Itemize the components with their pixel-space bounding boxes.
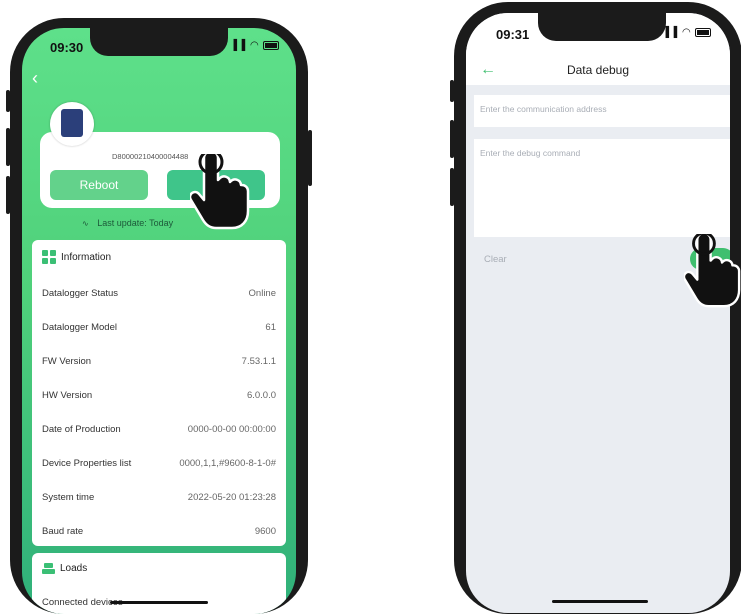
data-debug-screen: 09:31 ▐▐ ◠ ← Data debug Enter the commun… (466, 13, 730, 613)
power-button (308, 130, 312, 186)
last-update: ∿ Last update: Today (82, 218, 173, 228)
volume-down-button (450, 168, 454, 206)
address-placeholder: Enter the communication address (480, 104, 607, 114)
last-update-text: Last update: Today (97, 218, 174, 228)
grid-icon (42, 250, 56, 264)
side-button (6, 90, 10, 112)
info-row-label: FW Version (42, 356, 92, 367)
info-row-label: Datalogger Model (42, 322, 117, 333)
device-serial: D80000210400004488 (112, 152, 189, 161)
info-row-value: 2022-05-20 01:23:28 (187, 492, 276, 503)
information-title-text: Information (61, 251, 112, 263)
hand-pointer-icon (190, 154, 250, 230)
page-title: Data debug (566, 63, 630, 77)
phone-frame-datalogger: 09:30 ▐▐ ◠ ‹ D80000210400004488 Reboot ∿… (6, 18, 312, 614)
wifi-icon: ◠ (681, 27, 692, 38)
info-row-label: HW Version (42, 390, 93, 401)
info-row: Baud rate 9600 (42, 526, 276, 540)
loads-panel: Loads Connected devices (32, 553, 286, 614)
home-indicator (552, 600, 648, 603)
info-row-label: Datalogger Status (42, 288, 119, 299)
datalogger-screen: 09:30 ▐▐ ◠ ‹ D80000210400004488 Reboot ∿… (22, 28, 296, 614)
signal-icon: ▐▐ (662, 27, 679, 38)
info-row-value: 9600 (254, 526, 276, 537)
debug-command-input[interactable]: Enter the debug command (474, 139, 730, 237)
notch (538, 13, 666, 41)
signal-icon: ▐▐ (230, 40, 247, 51)
status-time: 09:30 (50, 40, 84, 55)
info-row-value: 0000-00-00 00:00:00 (187, 424, 276, 435)
info-row-label: Baud rate (42, 526, 84, 537)
info-row-value: 6.0.0.0 (246, 390, 276, 401)
command-placeholder: Enter the debug command (480, 148, 581, 158)
home-indicator (110, 601, 208, 604)
volume-up-button (6, 128, 10, 166)
status-icons: ▐▐ ◠ (230, 40, 280, 51)
loads-title: Loads (42, 563, 87, 574)
clear-button[interactable]: Clear (484, 254, 507, 265)
info-row-value: 7.53.1.1 (241, 356, 276, 367)
info-row: Date of Production 0000-00-00 00:00:00 (42, 424, 276, 438)
datalogger-avatar (50, 102, 94, 146)
reboot-button[interactable]: Reboot (50, 170, 148, 200)
volume-up-button (450, 120, 454, 158)
info-row: System time 2022-05-20 01:23:28 (42, 492, 276, 506)
information-panel: Information Datalogger Status Online Datal… (32, 240, 286, 546)
battery-icon (695, 27, 712, 37)
communication-address-input[interactable]: Enter the communication address (474, 95, 730, 127)
info-row: Datalogger Status Online (42, 288, 276, 302)
info-row-value: Online (248, 288, 276, 299)
info-row-label: System time (42, 492, 95, 503)
loads-icon (42, 563, 55, 574)
side-button (450, 80, 454, 102)
info-row: FW Version 7.53.1.1 (42, 356, 276, 370)
wifi-icon: ◠ (249, 40, 260, 51)
hand-pointer-icon (684, 234, 741, 308)
info-row: Device Properties list 0000,1,1,#9600-8-1… (42, 458, 276, 472)
info-row-label: Date of Production (42, 424, 121, 435)
loads-title-text: Loads (60, 563, 88, 574)
volume-down-button (6, 176, 10, 214)
back-chevron-icon[interactable]: ‹ (32, 68, 38, 89)
info-row: HW Version 6.0.0.0 (42, 390, 276, 404)
status-time: 09:31 (496, 27, 530, 42)
signal-wave-icon: ∿ (82, 219, 89, 228)
info-row: Datalogger Model 61 (42, 322, 276, 336)
datalogger-device-icon (61, 109, 83, 137)
status-icons: ▐▐ ◠ (662, 27, 712, 38)
notch (90, 28, 228, 56)
info-row-value: 61 (265, 322, 276, 333)
info-row-label: Device Properties list (42, 458, 132, 469)
info-row-value: 0000,1,1,#9600-8-1-0# (179, 458, 276, 469)
battery-icon (263, 40, 280, 50)
information-title: Information (42, 250, 111, 264)
